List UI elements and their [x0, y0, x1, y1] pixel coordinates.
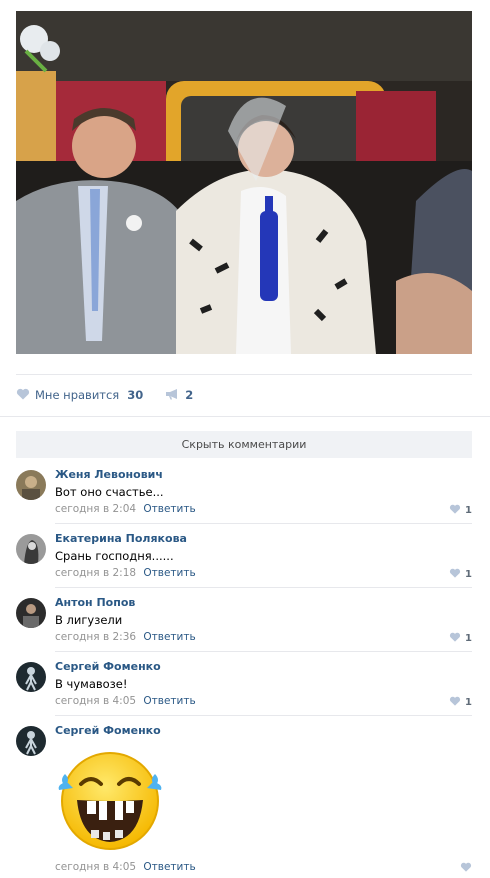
comment-time[interactable]: сегодня в 4:05 [55, 861, 136, 873]
comment-like-count: 1 [465, 633, 472, 644]
like-label: Мне нравится [35, 388, 120, 402]
heart-icon [460, 862, 472, 875]
comment-text: В лигузели [55, 613, 123, 627]
heart-icon [16, 388, 30, 403]
post-separator [16, 374, 472, 375]
comment-like-button[interactable]: 1 [449, 632, 472, 645]
reply-button[interactable]: Ответить [143, 861, 195, 873]
comment-item: Женя Левонович Вот оно счастье... сегодн… [16, 468, 472, 524]
comment-author[interactable]: Сергей Фоменко [55, 724, 161, 737]
heart-icon [449, 632, 461, 645]
comment-like-count: 1 [465, 697, 472, 708]
comment-separator [55, 651, 472, 652]
avatar[interactable] [16, 662, 46, 692]
comment-time[interactable]: сегодня в 2:04 [55, 503, 136, 515]
comment-time[interactable]: сегодня в 4:05 [55, 695, 136, 707]
comment-item: Антон Попов В лигузели сегодня в 2:36 От… [16, 596, 472, 652]
comment-like-count: 1 [465, 505, 472, 516]
like-button[interactable]: Мне нравится 30 [16, 388, 143, 403]
post-actions: Мне нравится 30 2 [16, 384, 193, 406]
comment-item: Сергей Фоменко сегодня в 4:05 Ответить [16, 724, 472, 874]
avatar[interactable] [16, 726, 46, 756]
comment-text: В чумавозе! [55, 677, 128, 691]
laughing-sticker[interactable] [55, 744, 165, 854]
comment-meta: сегодня в 4:05 Ответить [55, 861, 196, 873]
comment-meta: сегодня в 2:04 Ответить [55, 503, 196, 515]
comment-item: Екатерина Полякова Срань господня...... … [16, 532, 472, 588]
comment-like-button[interactable]: 1 [449, 568, 472, 581]
heart-icon [449, 568, 461, 581]
comment-item: Сергей Фоменко В чумавозе! сегодня в 4:0… [16, 660, 472, 716]
comment-author[interactable]: Сергей Фоменко [55, 660, 161, 673]
comment-separator [55, 587, 472, 588]
like-count: 30 [127, 388, 144, 402]
reply-button[interactable]: Ответить [143, 503, 195, 515]
avatar[interactable] [16, 598, 46, 628]
comment-author[interactable]: Екатерина Полякова [55, 532, 187, 545]
share-button[interactable]: 2 [165, 388, 193, 403]
share-count: 2 [185, 388, 194, 402]
comment-like-button[interactable]: 1 [449, 696, 472, 709]
hide-comments-button[interactable]: Скрыть комментарии [16, 431, 472, 458]
comment-time[interactable]: сегодня в 2:36 [55, 631, 136, 643]
heart-icon [449, 504, 461, 517]
megaphone-icon [165, 388, 179, 403]
avatar[interactable] [16, 534, 46, 564]
comment-like-count: 1 [465, 569, 472, 580]
comment-author[interactable]: Антон Попов [55, 596, 135, 609]
heart-icon [449, 696, 461, 709]
comment-meta: сегодня в 2:36 Ответить [55, 631, 196, 643]
reply-button[interactable]: Ответить [143, 631, 195, 643]
actions-separator [0, 416, 490, 417]
comment-meta: сегодня в 2:18 Ответить [55, 567, 196, 579]
comment-text: Срань господня...... [55, 549, 174, 563]
comment-time[interactable]: сегодня в 2:18 [55, 567, 136, 579]
avatar[interactable] [16, 470, 46, 500]
post-photo-image [16, 11, 472, 354]
comment-text: Вот оно счастье... [55, 485, 164, 499]
comment-meta: сегодня в 4:05 Ответить [55, 695, 196, 707]
comment-like-button[interactable] [460, 862, 472, 875]
comment-separator [55, 715, 472, 716]
post-photo[interactable] [16, 11, 472, 354]
reply-button[interactable]: Ответить [143, 567, 195, 579]
comment-like-button[interactable]: 1 [449, 504, 472, 517]
comment-author[interactable]: Женя Левонович [55, 468, 163, 481]
comment-separator [55, 523, 472, 524]
reply-button[interactable]: Ответить [143, 695, 195, 707]
